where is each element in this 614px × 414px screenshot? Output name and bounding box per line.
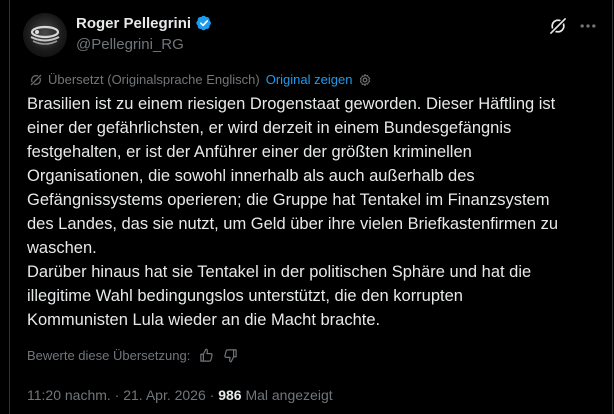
- tweet-timestamp[interactable]: 11:20 nachm. · 21. Apr. 2026 ·: [27, 387, 218, 403]
- gear-icon[interactable]: [358, 73, 372, 87]
- views-count: 986: [218, 387, 242, 403]
- rate-translation-row: Bewerte diese Übersetzung:: [27, 348, 238, 363]
- grok-icon[interactable]: [548, 16, 568, 36]
- tweet-meta: 11:20 nachm. · 21. Apr. 2026 · 986 Mal a…: [27, 387, 333, 403]
- thumbs-down-icon[interactable]: [223, 348, 238, 363]
- author-handle[interactable]: @Pellegrini_RG: [76, 36, 184, 53]
- tweet-text: Brasilien ist zu einem riesigen Drogenst…: [27, 95, 559, 329]
- avatar-image: [30, 25, 60, 45]
- avatar[interactable]: [23, 13, 67, 57]
- verified-badge-icon[interactable]: [195, 14, 213, 32]
- thumbs-up-icon[interactable]: [199, 348, 214, 363]
- translation-notice-row: Übersetzt (Originalsprache Englisch) Ori…: [29, 72, 372, 87]
- views-label: Mal angezeigt: [241, 387, 333, 403]
- author-display-name[interactable]: Roger Pellegrini: [76, 15, 191, 32]
- author-name-row: Roger Pellegrini: [76, 14, 213, 32]
- more-icon[interactable]: [578, 16, 598, 36]
- rate-translation-label: Bewerte diese Übersetzung:: [27, 348, 191, 363]
- translation-notice: Übersetzt (Originalsprache Englisch): [48, 72, 260, 87]
- translate-icon: [30, 73, 42, 86]
- show-original-link[interactable]: Original zeigen: [266, 72, 353, 87]
